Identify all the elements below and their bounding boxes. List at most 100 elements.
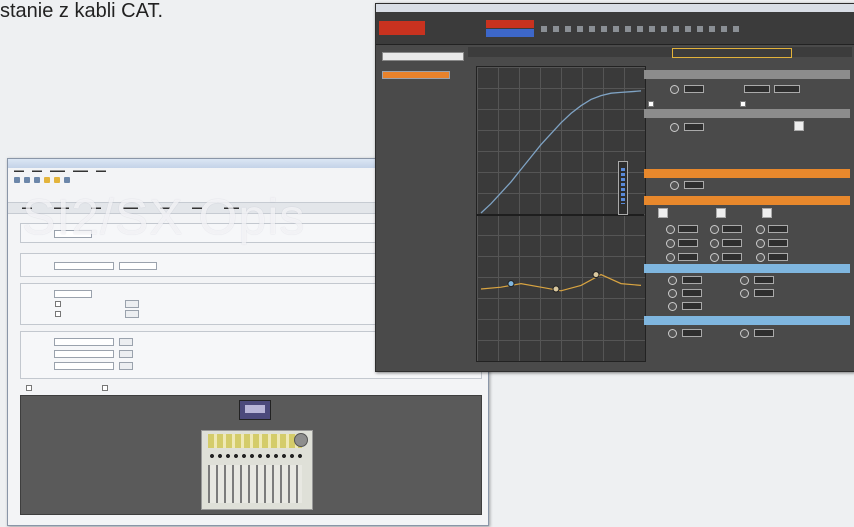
menu-item[interactable]: ▬▬▬ [73,168,88,175]
eq-q-value[interactable] [768,253,788,261]
configure-button[interactable] [125,300,139,308]
eq-freq-value[interactable] [678,225,698,233]
warning-icon[interactable] [54,176,60,183]
device-tab[interactable] [486,20,534,28]
eq-band-toggle[interactable] [716,208,726,218]
eq-gain-value[interactable] [768,239,788,247]
name-field[interactable] [54,230,92,238]
input-select[interactable] [54,350,114,358]
comp-ratio-knob[interactable] [668,276,677,285]
mode-select[interactable] [119,262,157,270]
comp-threshold-knob[interactable] [668,289,677,298]
eq-q-knob[interactable] [756,253,765,262]
comp-threshold-value[interactable] [682,289,702,297]
folder-icon[interactable] [44,176,50,183]
tree-item[interactable] [382,97,466,103]
phase-knob[interactable] [670,123,679,132]
menu-item[interactable]: ▬▬ [14,168,24,175]
tree-item[interactable] [382,63,466,69]
eq-freq-value[interactable] [768,225,788,233]
toolbar-icons[interactable] [541,26,741,32]
menu-item[interactable]: ▬▬ [96,168,106,175]
configure-button[interactable] [119,362,133,370]
comp-gain-value[interactable] [682,302,702,310]
navigation-tree [382,52,466,162]
new-icon[interactable] [14,176,20,183]
channel-selector[interactable] [672,48,792,58]
configure-button[interactable] [119,350,133,358]
phase-value[interactable] [684,123,704,131]
eq-q-value[interactable] [678,253,698,261]
preview-radio[interactable] [26,385,32,391]
eq-gain-knob[interactable] [666,239,675,248]
section-bar-equalizer[interactable] [644,196,850,205]
section-bar-limiter[interactable] [644,316,850,325]
option-radio[interactable] [740,101,746,107]
param-field[interactable] [774,85,800,93]
comp-release-value[interactable] [754,289,774,297]
option-radio[interactable] [648,101,654,107]
eq-q-knob[interactable] [666,253,675,262]
menu-item[interactable]: ▬▬▬ [50,168,65,175]
eq-gain-value[interactable] [722,239,742,247]
save-icon[interactable] [34,176,40,183]
tree-item[interactable] [382,129,466,135]
eq-band-handle[interactable] [592,271,600,279]
input-select[interactable] [54,338,114,346]
menu-item[interactable]: ▬▬ [32,168,42,175]
comp-attack-knob[interactable] [740,276,749,285]
gain-value[interactable] [684,85,704,93]
configure-button[interactable] [125,310,139,318]
comp-release-knob[interactable] [740,289,749,298]
section-bar-gain[interactable] [644,70,850,79]
device-select[interactable] [54,262,114,270]
option-checkbox[interactable] [55,311,61,317]
option-checkbox[interactable] [55,301,61,307]
comp-attack-value[interactable] [754,276,774,284]
configure-button[interactable] [119,338,133,346]
device-tab-active[interactable] [486,29,534,37]
eq-q-knob[interactable] [710,253,719,262]
section-bar-compressor[interactable] [644,264,850,273]
eq-band-handle[interactable] [552,285,560,293]
tree-item[interactable] [382,121,466,127]
highpass-knob[interactable] [670,181,679,190]
help-icon[interactable] [64,176,70,183]
comp-gain-knob[interactable] [668,302,677,311]
tree-item-selected[interactable] [382,71,450,79]
tree-item[interactable] [382,105,466,111]
tree-item[interactable] [382,81,466,87]
tree-item[interactable] [382,113,466,119]
eq-gain-value[interactable] [678,239,698,247]
section-bar-highpass[interactable] [644,169,850,178]
eq-band-toggle[interactable] [658,208,668,218]
section-bar-phase[interactable] [644,109,850,118]
tree-search-input[interactable] [382,52,464,61]
eq-gain-knob[interactable] [710,239,719,248]
phase-toggle[interactable] [794,121,804,131]
tree-item[interactable] [382,89,466,95]
option-select[interactable] [54,290,92,298]
eq-freq-knob[interactable] [756,225,765,234]
input-select[interactable] [54,362,114,370]
eq-freq-knob[interactable] [710,225,719,234]
eq-q-value[interactable] [722,253,742,261]
preview-radio[interactable] [102,385,108,391]
limiter-threshold-knob[interactable] [668,329,677,338]
limiter-threshold-value[interactable] [682,329,702,337]
eq-gain-knob[interactable] [756,239,765,248]
eq-freq-knob[interactable] [666,225,675,234]
window-titlebar[interactable] [376,4,854,12]
limiter-release-knob[interactable] [740,329,749,338]
eq-band-handle[interactable] [507,280,515,288]
param-field[interactable] [744,85,770,93]
comp-ratio-value[interactable] [682,276,702,284]
eq-band-toggle[interactable] [762,208,772,218]
highpass-value[interactable] [684,181,704,189]
eq-freq-value[interactable] [722,225,742,233]
response-curve [480,90,642,214]
limiter-release-value[interactable] [754,329,774,337]
gain-knob[interactable] [670,85,679,94]
preview-header [20,383,480,393]
open-icon[interactable] [24,176,30,183]
